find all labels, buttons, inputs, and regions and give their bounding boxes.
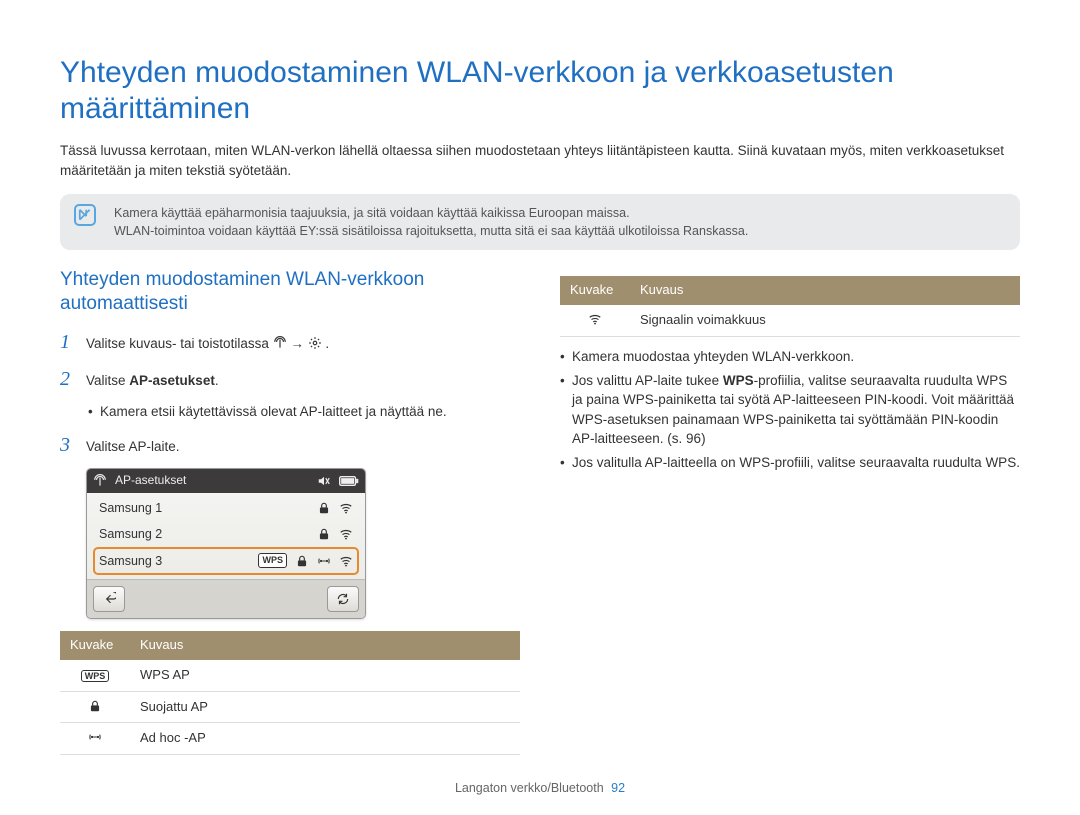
ap-name: Samsung 2 bbox=[99, 525, 309, 543]
step-2-pre: Valitse bbox=[86, 373, 129, 388]
wps-badge: WPS bbox=[258, 553, 287, 568]
intro-paragraph: Tässä luvussa kerrotaan, miten WLAN-verk… bbox=[60, 141, 1020, 180]
table-desc: Signaalin voimakkuus bbox=[630, 305, 1020, 336]
step-1: 1 Valitse kuvaus- tai toistotilassa → . bbox=[60, 328, 520, 357]
step-2-bold: AP-asetukset bbox=[129, 373, 215, 388]
page-footer: Langaton verkko/Bluetooth 92 bbox=[0, 779, 1080, 797]
device-header-title: AP-asetukset bbox=[115, 472, 186, 489]
step-2-bullet: Kamera etsii käytettävissä olevat AP-lai… bbox=[88, 402, 520, 422]
adhoc-icon bbox=[88, 730, 102, 744]
ap-row-selected[interactable]: Samsung 3 WPS bbox=[93, 547, 359, 575]
antenna-icon bbox=[273, 336, 287, 350]
table-row: Suojattu AP bbox=[60, 691, 520, 723]
back-button[interactable] bbox=[93, 586, 125, 612]
ap-name: Samsung 3 bbox=[99, 552, 250, 570]
step-number: 2 bbox=[60, 365, 76, 394]
table-row: Ad hoc -AP bbox=[60, 723, 520, 755]
antenna-icon bbox=[93, 474, 107, 488]
step-3-text: Valitse AP-laite. bbox=[86, 437, 520, 457]
period: . bbox=[325, 336, 329, 351]
device-screenshot: AP-asetukset Samsung 1 Samsung 2 Samsung bbox=[86, 468, 366, 618]
note-line-2: WLAN-toimintoa voidaan käyttää EY:ssä si… bbox=[114, 222, 1006, 240]
table-header-icon: Kuvake bbox=[560, 276, 630, 305]
note-box: Kamera käyttää epäharmonisia taajuuksia,… bbox=[60, 194, 1020, 250]
refresh-icon bbox=[336, 592, 350, 606]
wifi-icon bbox=[588, 312, 602, 326]
device-footer bbox=[87, 579, 365, 618]
arrow-text: → bbox=[290, 336, 304, 351]
list-item: Kamera muodostaa yhteyden WLAN-verkkoon. bbox=[560, 347, 1020, 367]
step-3: 3 Valitse AP-laite. bbox=[60, 431, 520, 460]
note-line-1: Kamera käyttää epäharmonisia taajuuksia,… bbox=[114, 204, 1006, 222]
page-title: Yhteyden muodostaminen WLAN-verkkoon ja … bbox=[60, 55, 1020, 127]
table-row: Signaalin voimakkuus bbox=[560, 305, 1020, 336]
step-2-post: . bbox=[215, 373, 219, 388]
table-header-desc: Kuvaus bbox=[130, 631, 520, 660]
wifi-icon bbox=[339, 501, 353, 515]
right-column: Kuvake Kuvaus Signaalin voimakkuus Kamer… bbox=[560, 268, 1020, 765]
back-arrow-icon bbox=[102, 592, 116, 606]
device-header: AP-asetukset bbox=[87, 469, 365, 492]
wps-badge-icon: WPS bbox=[81, 670, 110, 682]
table-row: WPS WPS AP bbox=[60, 660, 520, 691]
step-number: 1 bbox=[60, 328, 76, 357]
wifi-icon bbox=[339, 527, 353, 541]
right-bullet-list: Kamera muodostaa yhteyden WLAN-verkkoon.… bbox=[560, 347, 1020, 472]
list-item: Jos valitulla AP-laitteella on WPS-profi… bbox=[560, 453, 1020, 473]
icon-legend-table-left: Kuvake Kuvaus WPS WPS AP Suojattu AP Ad … bbox=[60, 631, 520, 755]
table-desc: WPS AP bbox=[130, 660, 520, 691]
table-desc: Ad hoc -AP bbox=[130, 723, 520, 755]
refresh-button[interactable] bbox=[327, 586, 359, 612]
lock-icon bbox=[317, 501, 331, 515]
section-subheading: Yhteyden muodostaminen WLAN-verkkoon aut… bbox=[60, 268, 520, 316]
device-ap-list: Samsung 1 Samsung 2 Samsung 3 WPS bbox=[87, 493, 365, 579]
footer-text: Langaton verkko/Bluetooth bbox=[455, 781, 604, 795]
ap-row[interactable]: Samsung 1 bbox=[93, 495, 359, 521]
step-2: 2 Valitse AP-asetukset. bbox=[60, 365, 520, 394]
adhoc-icon bbox=[317, 554, 331, 568]
list-item: Jos valittu AP-laite tukee WPS-profiilia… bbox=[560, 371, 1020, 449]
lock-icon bbox=[317, 527, 331, 541]
ap-name: Samsung 1 bbox=[99, 499, 309, 517]
lock-icon bbox=[88, 699, 102, 713]
icon-legend-table-right: Kuvake Kuvaus Signaalin voimakkuus bbox=[560, 276, 1020, 337]
note-icon bbox=[74, 204, 96, 226]
lock-icon bbox=[295, 554, 309, 568]
table-header-icon: Kuvake bbox=[60, 631, 130, 660]
wifi-icon bbox=[339, 554, 353, 568]
mute-icon bbox=[317, 474, 331, 488]
gear-icon bbox=[308, 336, 322, 350]
battery-icon bbox=[339, 474, 359, 488]
table-header-desc: Kuvaus bbox=[630, 276, 1020, 305]
step-number: 3 bbox=[60, 431, 76, 460]
ap-row[interactable]: Samsung 2 bbox=[93, 521, 359, 547]
table-desc: Suojattu AP bbox=[130, 691, 520, 723]
page-number: 92 bbox=[611, 781, 625, 795]
left-column: Yhteyden muodostaminen WLAN-verkkoon aut… bbox=[60, 268, 520, 765]
step-2-bullet-list: Kamera etsii käytettävissä olevat AP-lai… bbox=[88, 402, 520, 422]
step-1-text: Valitse kuvaus- tai toistotilassa bbox=[86, 336, 273, 351]
